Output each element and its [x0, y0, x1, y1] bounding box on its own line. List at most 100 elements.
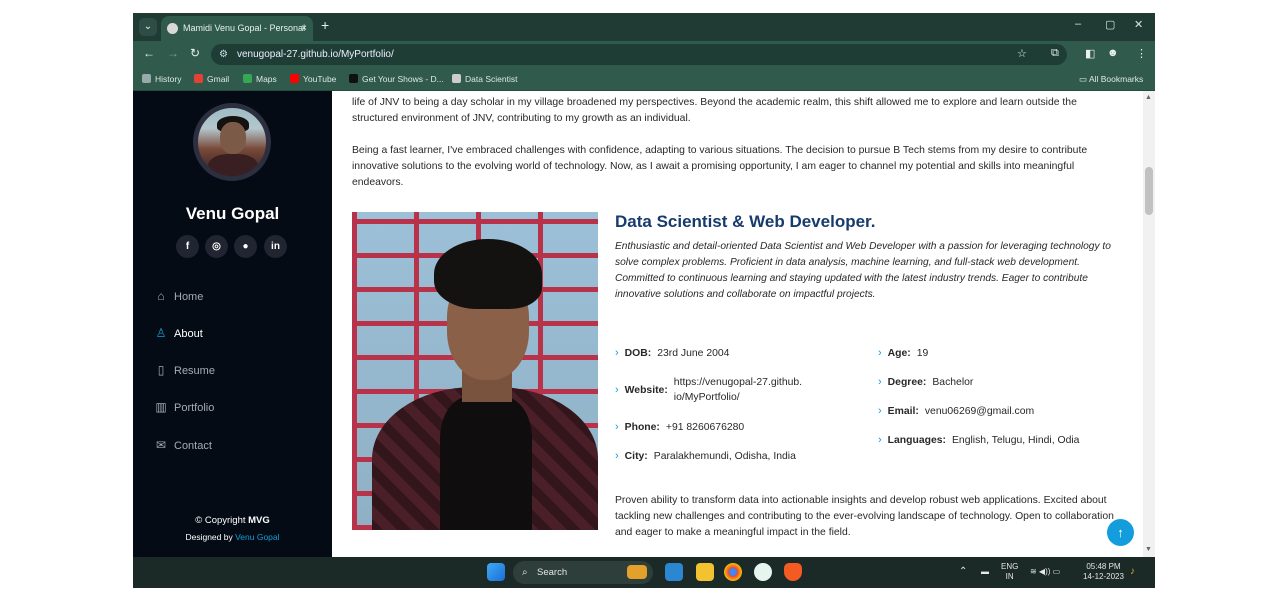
about-closing-paragraph: Proven ability to transform data into ac… — [615, 495, 1114, 538]
history-icon — [142, 74, 151, 83]
linkedin-icon[interactable]: in — [264, 235, 287, 258]
reload-icon[interactable]: ↻ — [190, 46, 200, 60]
new-tab-button[interactable]: + — [321, 17, 329, 33]
browser-toolbar: ← → ↻ ⚙ venugopal-27.github.io/MyPortfol… — [133, 41, 1155, 67]
side-panel-icon[interactable]: ◧ — [1085, 47, 1095, 60]
scroll-up-arrow-icon[interactable]: ▲ — [1145, 94, 1152, 101]
chevron-right-icon: › — [615, 450, 619, 462]
instagram-icon[interactable]: ◎ — [205, 235, 228, 258]
globe-icon — [452, 74, 461, 83]
search-icon: ⌕ — [522, 567, 528, 578]
chevron-right-icon: › — [878, 376, 882, 388]
scroll-down-arrow-icon[interactable]: ▼ — [1145, 546, 1152, 553]
address-bar[interactable]: ⚙ venugopal-27.github.io/MyPortfolio/ — [211, 44, 1067, 65]
nav-portfolio[interactable]: ▥ Portfolio — [154, 397, 214, 417]
forward-arrow-icon[interactable]: → — [167, 46, 179, 60]
bookmark-data-scientist[interactable]: Data Scientist — [452, 67, 517, 91]
wifi-icon[interactable]: ≋ ◀)) ▭ — [1030, 567, 1060, 577]
website-link[interactable]: https://venugopal-27.github.io/MyPortfol… — [674, 375, 804, 405]
sidebar: Venu Gopal f ◎ ● in ⌂ Home ♙ About ▯ Resume… — [133, 91, 332, 557]
github-icon[interactable]: ● — [234, 235, 257, 258]
windows-start-icon[interactable] — [487, 563, 505, 581]
file-explorer-icon[interactable] — [696, 563, 714, 581]
about-section: life of JNV to being a day scholar in my… — [332, 91, 1143, 557]
chevron-right-icon: › — [615, 347, 619, 359]
menu-kebab-icon[interactable]: ⋮ — [1136, 47, 1147, 60]
tab-title: Mamidi Venu Gopal - Personal — [183, 23, 306, 33]
nav-about[interactable]: ♙ About — [154, 323, 203, 343]
chevron-right-icon: › — [878, 434, 882, 446]
nav-contact[interactable]: ✉ Contact — [154, 435, 212, 455]
tab-search-button[interactable]: ⌄ — [139, 18, 157, 36]
all-bookmarks[interactable]: ▭ All Bookmarks — [1079, 67, 1143, 91]
nav-resume[interactable]: ▯ Resume — [154, 360, 215, 380]
info-website: › Website:https://venugopal-27.github.io/… — [615, 375, 804, 405]
maximize-button[interactable]: ▢ — [1105, 18, 1115, 31]
chevron-right-icon: › — [615, 421, 619, 433]
chevron-right-icon: › — [615, 384, 619, 396]
extensions-icon[interactable]: ⧉ — [1051, 47, 1059, 60]
notification-bell-icon[interactable]: ♪ — [1130, 567, 1135, 577]
profile-avatar-icon[interactable]: ☻ — [1107, 47, 1119, 59]
whatsapp-icon[interactable] — [754, 563, 772, 581]
info-degree: › Degree: Bachelor — [878, 376, 974, 388]
designer-link[interactable]: Venu Gopal — [235, 532, 279, 542]
chevron-right-icon: › — [878, 405, 882, 417]
chrome-icon[interactable] — [724, 563, 742, 581]
scrollbar-thumb[interactable] — [1145, 167, 1153, 215]
bookmark-get-your-shows[interactable]: Get Your Shows - D... — [349, 67, 444, 91]
url-text: venugopal-27.github.io/MyPortfolio/ — [237, 49, 394, 60]
close-window-button[interactable]: ✕ — [1134, 18, 1143, 31]
desktop-app-icon[interactable] — [665, 563, 683, 581]
bookmark-youtube[interactable]: YouTube — [290, 67, 336, 91]
info-email: › Email: venu06269@gmail.com — [878, 405, 1035, 417]
shows-icon — [349, 74, 358, 83]
taskbar: ⌕ Search ⌃ ▬ ENG IN ≋ ◀)) ▭ 05:48 PM 14-12… — [133, 557, 1155, 588]
about-paragraph-1: life of JNV to being a day scholar in my… — [352, 97, 1077, 124]
network-app-icon[interactable]: ▬ — [981, 567, 989, 577]
tab-close-icon[interactable]: × — [301, 16, 307, 41]
about-paragraph-2: Being a fast learner, I've embraced chal… — [352, 145, 1088, 188]
info-phone: › Phone: +91 8260676280 — [615, 421, 745, 433]
bookmark-gmail[interactable]: Gmail — [194, 67, 229, 91]
minimize-button[interactable]: – — [1075, 18, 1081, 30]
info-languages: › Languages: English, Telugu, Hindi, Odia — [878, 434, 1080, 446]
nav-home[interactable]: ⌂ Home — [154, 286, 203, 306]
bookmark-history[interactable]: History — [142, 67, 181, 91]
star-icon[interactable]: ☆ — [1017, 47, 1027, 60]
clock[interactable]: 05:48 PM 14-12-2023 — [1083, 562, 1124, 582]
back-to-top-button[interactable]: ↑ — [1107, 519, 1134, 546]
maps-icon — [243, 74, 252, 83]
site-info-icon[interactable]: ⚙ — [219, 44, 228, 65]
copyright: © Copyright MVG — [195, 515, 270, 526]
profile-photo — [352, 212, 598, 530]
info-dob: › DOB: 23rd June 2004 — [615, 347, 730, 359]
file-icon: ▯ — [157, 363, 165, 377]
envelope-icon: ✉ — [155, 438, 167, 452]
info-age: › Age: 19 — [878, 347, 929, 359]
browser-window: ⌄ Mamidi Venu Gopal - Personal × + – ▢ ✕… — [133, 13, 1155, 588]
tab-active[interactable]: Mamidi Venu Gopal - Personal × — [161, 16, 313, 41]
chevron-right-icon: › — [878, 347, 882, 359]
designed-by: Designed by Venu Gopal — [185, 532, 280, 542]
widget-icon[interactable] — [627, 565, 647, 579]
tray-chevron-icon[interactable]: ⌃ — [959, 567, 967, 577]
tab-bar: ⌄ Mamidi Venu Gopal - Personal × + – ▢ ✕ — [133, 13, 1155, 41]
bookmarks-bar: History Gmail Maps YouTube Get Your Show… — [133, 67, 1155, 91]
role-title: Data Scientist & Web Developer. — [615, 212, 876, 231]
role-description: Enthusiastic and detail-oriented Data Sc… — [615, 241, 1111, 300]
facebook-icon[interactable]: f — [176, 235, 199, 258]
avatar — [193, 103, 271, 181]
bookmark-maps[interactable]: Maps — [243, 67, 277, 91]
home-icon: ⌂ — [157, 289, 165, 303]
profile-name: Venu Gopal — [185, 204, 280, 223]
favicon-icon — [167, 23, 178, 34]
person-icon: ♙ — [155, 326, 167, 340]
gmail-icon — [194, 74, 203, 83]
brave-icon[interactable] — [784, 563, 802, 581]
youtube-icon — [290, 74, 299, 83]
scrollbar[interactable]: ▲ ▼ — [1143, 91, 1155, 557]
back-arrow-icon[interactable]: ← — [143, 46, 155, 60]
language-indicator[interactable]: ENG IN — [1001, 562, 1018, 582]
info-city: › City: Paralakhemundi, Odisha, India — [615, 450, 796, 462]
